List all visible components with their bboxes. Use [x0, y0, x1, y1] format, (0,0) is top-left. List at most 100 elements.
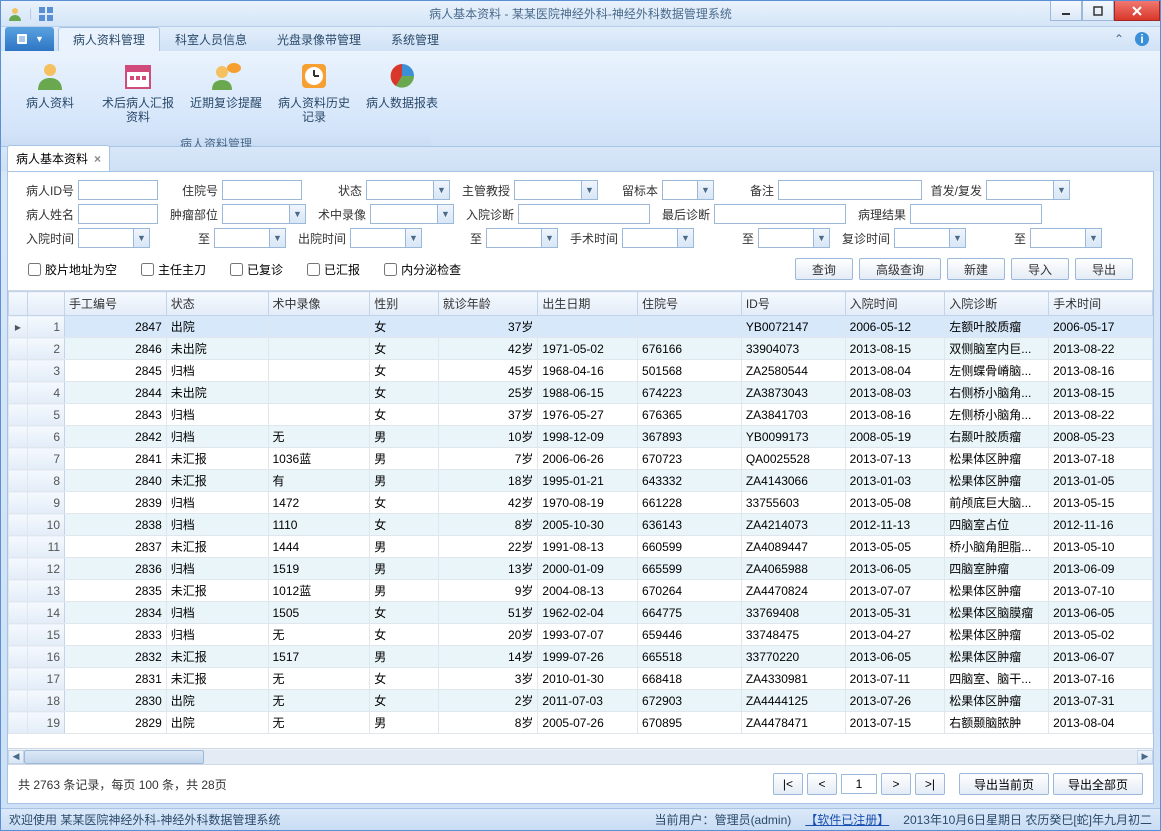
filter-date[interactable]: ▼ [758, 228, 830, 248]
grid-cell[interactable]: 左侧蝶骨嵴脑... [945, 360, 1049, 382]
grid-column-header[interactable]: 入院诊断 [945, 292, 1049, 316]
table-row[interactable]: 52843归档女37岁1976-05-27676365ZA38417032013… [9, 404, 1153, 426]
grid-cell[interactable]: 661228 [638, 492, 742, 514]
table-row[interactable]: 172831未汇报无女3岁2010-01-30668418ZA433098120… [9, 668, 1153, 690]
grid-cell[interactable]: 2831 [65, 668, 167, 690]
grid-cell[interactable]: 2013-08-04 [845, 360, 945, 382]
grid-cell[interactable]: 未汇报 [166, 668, 268, 690]
grid-cell[interactable]: 2013-01-03 [845, 470, 945, 492]
filter-date[interactable]: ▼ [622, 228, 694, 248]
ribbon-item[interactable]: 近期复诊提醒 [185, 55, 267, 115]
grid-cell[interactable]: 女 [370, 360, 439, 382]
action-button[interactable]: 高级查询 [859, 258, 941, 280]
filter-checkbox[interactable]: 主任主刀 [141, 261, 206, 278]
grid-cell[interactable]: 25岁 [438, 382, 538, 404]
action-button[interactable]: 新建 [947, 258, 1005, 280]
grid-cell[interactable]: 51岁 [438, 602, 538, 624]
filter-input[interactable] [78, 180, 158, 200]
grid-column-header[interactable]: 性别 [370, 292, 439, 316]
dropdown-icon[interactable]: ▼ [581, 181, 597, 199]
grid-cell[interactable]: 出院 [166, 712, 268, 734]
dropdown-icon[interactable]: ▼ [697, 181, 713, 199]
grid-cell[interactable]: 未汇报 [166, 536, 268, 558]
pager-page-input[interactable] [841, 774, 877, 794]
grid-cell[interactable]: 归档 [166, 624, 268, 646]
grid-cell[interactable]: 松果体区肿瘤 [945, 646, 1049, 668]
table-row[interactable]: 122836归档1519男13岁2000-01-09665599ZA406598… [9, 558, 1153, 580]
grid-cell[interactable]: 女 [370, 382, 439, 404]
table-row[interactable]: 42844未出院女25岁1988-06-15674223ZA3873043201… [9, 382, 1153, 404]
table-row[interactable]: 22846未出院女42岁1971-05-02676166339040732013… [9, 338, 1153, 360]
grid-cell[interactable]: 2835 [65, 580, 167, 602]
grid-cell[interactable] [268, 338, 370, 360]
table-row[interactable]: 162832未汇报1517男14岁1999-07-266655183377022… [9, 646, 1153, 668]
grid-cell[interactable]: 2006-06-26 [538, 448, 638, 470]
grid-cell[interactable]: 2843 [65, 404, 167, 426]
filter-input[interactable] [714, 204, 846, 224]
table-row[interactable]: 142834归档1505女51岁1962-02-0466477533769408… [9, 602, 1153, 624]
grid-cell[interactable]: 左额叶胶质瘤 [945, 316, 1049, 338]
filter-input[interactable] [222, 180, 302, 200]
grid-cell[interactable]: ZA4470824 [741, 580, 845, 602]
grid-cell[interactable]: 2845 [65, 360, 167, 382]
grid-cell[interactable]: 男 [370, 558, 439, 580]
dropdown-icon[interactable]: ▼ [541, 229, 557, 247]
grid-cell[interactable]: 松果体区脑膜瘤 [945, 602, 1049, 624]
action-button[interactable]: 导入 [1011, 258, 1069, 280]
grid-column-header[interactable]: 入院时间 [845, 292, 945, 316]
grid-cell[interactable]: 2013-05-31 [845, 602, 945, 624]
grid-cell[interactable]: 双侧脑室内巨... [945, 338, 1049, 360]
grid-cell[interactable]: 无 [268, 426, 370, 448]
main-menu-button[interactable]: ▼ [5, 27, 54, 51]
grid-cell[interactable]: 女 [370, 316, 439, 338]
grid-cell[interactable]: YB0072147 [741, 316, 845, 338]
filter-combo[interactable]: ▼ [662, 180, 714, 200]
grid-cell[interactable]: 无 [268, 668, 370, 690]
grid-cell[interactable]: 男 [370, 470, 439, 492]
grid-cell[interactable]: 501568 [638, 360, 742, 382]
grid-cell[interactable]: 女 [370, 602, 439, 624]
grid-cell[interactable] [268, 404, 370, 426]
grid-cell[interactable]: 665518 [638, 646, 742, 668]
grid-cell[interactable]: 2836 [65, 558, 167, 580]
grid-cell[interactable]: 1012蓝 [268, 580, 370, 602]
grid-cell[interactable]: 2013-07-11 [845, 668, 945, 690]
table-row[interactable]: 62842归档无男10岁1998-12-09367893YB0099173200… [9, 426, 1153, 448]
grid-cell[interactable]: 2岁 [438, 690, 538, 712]
grid-cell[interactable]: 1517 [268, 646, 370, 668]
grid-cell[interactable]: 1962-02-04 [538, 602, 638, 624]
filter-date[interactable]: ▼ [894, 228, 966, 248]
grid-cell[interactable]: 2837 [65, 536, 167, 558]
filter-input[interactable] [778, 180, 922, 200]
grid-cell[interactable]: 归档 [166, 602, 268, 624]
table-row[interactable]: 152833归档无女20岁1993-07-0765944633748475201… [9, 624, 1153, 646]
grid-cell[interactable]: 2008-05-19 [845, 426, 945, 448]
filter-input[interactable] [78, 204, 158, 224]
grid-cell[interactable]: 2830 [65, 690, 167, 712]
grid-cell[interactable]: 2844 [65, 382, 167, 404]
pager-first-button[interactable]: |< [773, 773, 803, 795]
grid-cell[interactable]: 归档 [166, 360, 268, 382]
grid-cell[interactable]: 无 [268, 690, 370, 712]
grid-cell[interactable]: 9岁 [438, 580, 538, 602]
grid-cell[interactable]: 2013-06-09 [1049, 558, 1153, 580]
dropdown-icon[interactable]: ▼ [949, 229, 965, 247]
grid-cell[interactable]: 643332 [638, 470, 742, 492]
grid-cell[interactable]: 归档 [166, 514, 268, 536]
grid-cell[interactable]: 1444 [268, 536, 370, 558]
grid-cell[interactable]: 男 [370, 536, 439, 558]
grid-cell[interactable]: 2000-01-09 [538, 558, 638, 580]
grid-cell[interactable]: 3岁 [438, 668, 538, 690]
app-icon-grid[interactable] [38, 6, 54, 22]
grid-cell[interactable]: 674223 [638, 382, 742, 404]
grid-cell[interactable]: 未汇报 [166, 470, 268, 492]
grid-cell[interactable]: 2013-04-27 [845, 624, 945, 646]
dropdown-icon[interactable]: ▼ [1053, 181, 1069, 199]
table-row[interactable]: 32845归档女45岁1968-04-16501568ZA25805442013… [9, 360, 1153, 382]
grid-cell[interactable]: YB0099173 [741, 426, 845, 448]
grid-cell[interactable]: 男 [370, 580, 439, 602]
grid-cell[interactable]: 2013-08-15 [1049, 382, 1153, 404]
grid-cell[interactable]: 1519 [268, 558, 370, 580]
grid-cell[interactable]: 归档 [166, 558, 268, 580]
grid-cell[interactable]: 42岁 [438, 338, 538, 360]
